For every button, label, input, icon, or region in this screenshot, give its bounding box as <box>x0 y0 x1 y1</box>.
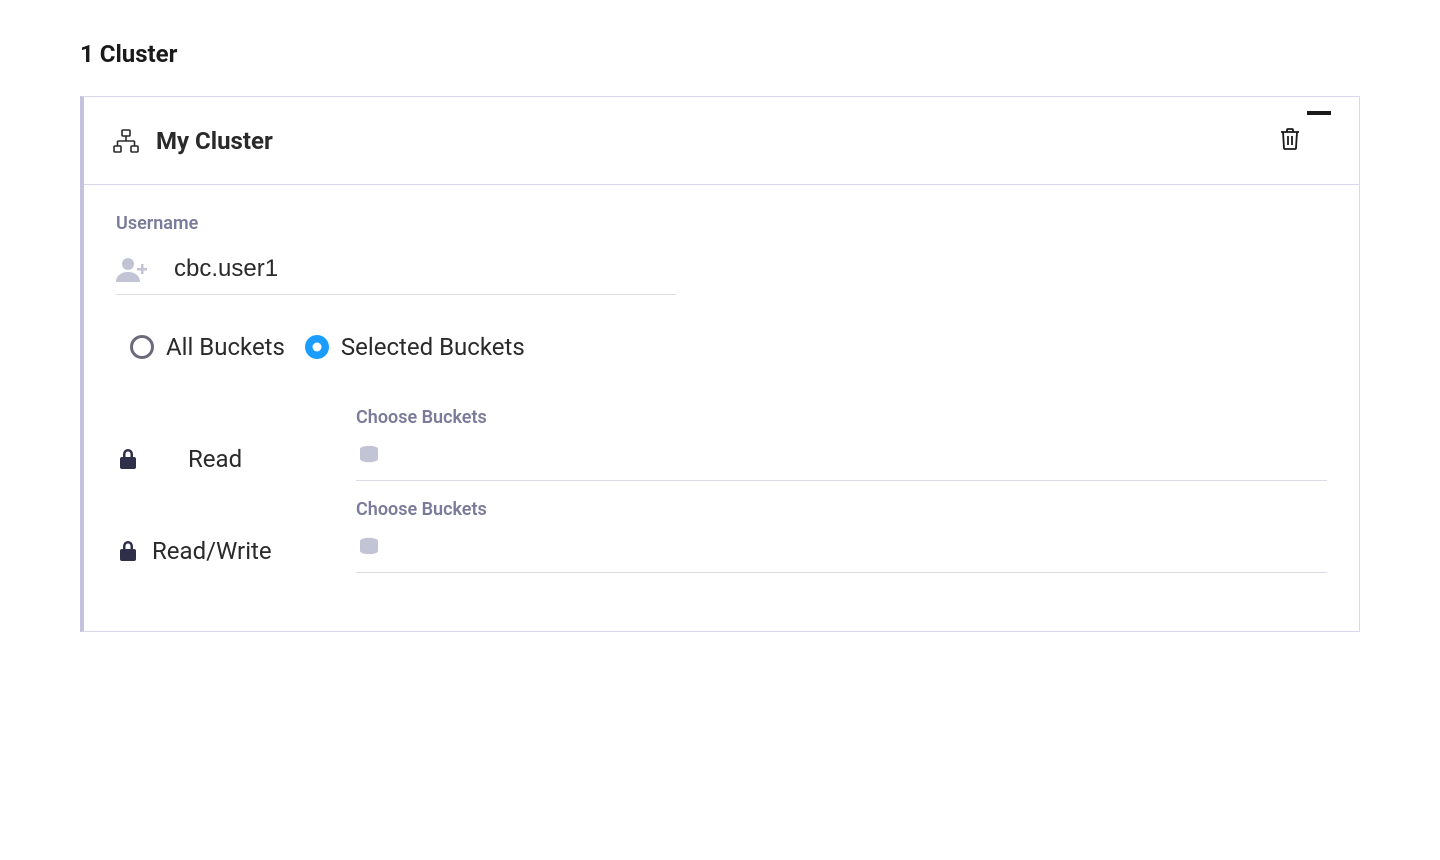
page-title: 1 Cluster <box>80 40 1360 68</box>
lock-icon <box>116 447 140 471</box>
radio-all-buckets[interactable]: All Buckets <box>130 333 285 361</box>
read-choose-buckets-label: Choose Buckets <box>356 407 1327 428</box>
user-add-icon <box>116 255 150 283</box>
collapse-button[interactable] <box>1307 111 1331 115</box>
lock-icon <box>116 539 140 563</box>
username-field-row <box>116 248 676 295</box>
readwrite-bucket-input[interactable] <box>397 536 1327 561</box>
readwrite-bucket-input-row[interactable] <box>356 528 1327 573</box>
username-input[interactable] <box>172 254 676 284</box>
read-bucket-field: Choose Buckets <box>356 407 1327 481</box>
trash-icon <box>1279 127 1301 154</box>
radio-checked-icon <box>305 335 329 359</box>
database-icon <box>356 534 383 562</box>
permission-row-readwrite: Read/Write Choose Buckets <box>116 499 1327 573</box>
permission-readwrite-left: Read/Write <box>116 537 356 573</box>
radio-selected-buckets-label: Selected Buckets <box>341 333 525 361</box>
bucket-scope-radio-group: All Buckets Selected Buckets <box>116 333 1327 361</box>
cluster-card: My Cluster Username <box>80 96 1360 632</box>
radio-unchecked-icon <box>130 335 154 359</box>
read-bucket-input-row[interactable] <box>356 436 1327 481</box>
cluster-card-header: My Cluster <box>84 97 1359 185</box>
permission-read-left: Read <box>116 445 356 481</box>
sitemap-icon <box>112 127 140 155</box>
radio-all-buckets-label: All Buckets <box>166 333 285 361</box>
permission-row-read: Read Choose Buckets <box>116 407 1327 481</box>
radio-selected-buckets[interactable]: Selected Buckets <box>305 333 525 361</box>
permission-readwrite-label: Read/Write <box>152 537 272 565</box>
read-bucket-input[interactable] <box>397 444 1327 469</box>
cluster-card-body: Username All Buckets Selected Buckets <box>84 185 1359 631</box>
delete-cluster-button[interactable] <box>1273 121 1307 160</box>
permission-read-label: Read <box>188 445 242 473</box>
minus-icon <box>1307 111 1331 115</box>
username-label: Username <box>116 213 1327 234</box>
readwrite-choose-buckets-label: Choose Buckets <box>356 499 1327 520</box>
database-icon <box>356 442 383 470</box>
readwrite-bucket-field: Choose Buckets <box>356 499 1327 573</box>
cluster-name: My Cluster <box>156 127 1273 155</box>
